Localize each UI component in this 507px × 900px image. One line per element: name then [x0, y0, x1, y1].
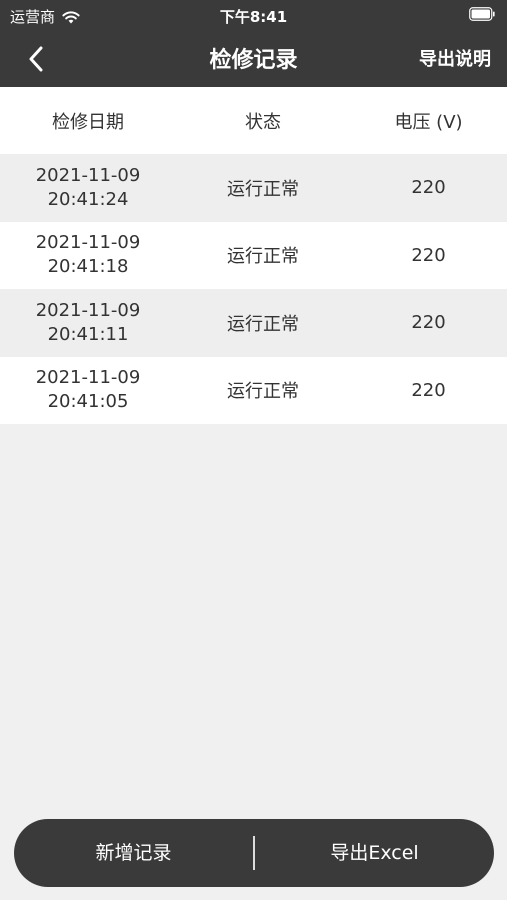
- cell-date: 2021-11-09: [35, 232, 141, 254]
- cell-time: 20:41:05: [47, 391, 129, 413]
- status-bar: 运营商 下午8:41: [0, 0, 507, 30]
- cell-datetime: 2021-11-09 20:41:24: [0, 164, 176, 212]
- table-row[interactable]: 2021-11-09 20:41:24 运行正常 220: [0, 154, 507, 222]
- table-row[interactable]: 2021-11-09 20:41:05 运行正常 220: [0, 356, 507, 424]
- cell-date: 2021-11-09: [35, 299, 141, 321]
- records-table: 检修日期 状态 电压 (V) 2021-11-09 20:41:24 运行正常 …: [0, 87, 507, 424]
- bottom-action-bar: 新增记录 导出Excel: [14, 819, 494, 887]
- cell-date: 2021-11-09: [35, 367, 141, 389]
- cell-datetime: 2021-11-09 20:41:18: [0, 231, 176, 279]
- cell-status: 运行正常: [227, 313, 299, 335]
- clock: 下午8:41: [219, 8, 288, 26]
- cell-voltage: 220: [411, 312, 446, 334]
- cell-status: 运行正常: [227, 381, 299, 403]
- cell-voltage: 220: [411, 379, 446, 401]
- navigation-bar: 检修记录 导出说明: [0, 30, 507, 87]
- add-record-button[interactable]: 新增记录: [14, 819, 253, 887]
- header-status: 状态: [245, 111, 281, 133]
- cell-status: 运行正常: [227, 246, 299, 268]
- table-header: 检修日期 状态 电压 (V): [0, 87, 507, 154]
- table-row[interactable]: 2021-11-09 20:41:11 运行正常 220: [0, 289, 507, 357]
- cell-datetime: 2021-11-09 20:41:05: [0, 366, 176, 414]
- header-voltage: 电压 (V): [394, 111, 463, 133]
- cell-time: 20:41:11: [47, 323, 129, 345]
- battery-icon: [469, 7, 495, 21]
- cell-status: 运行正常: [227, 178, 299, 200]
- cell-time: 20:41:24: [47, 188, 129, 210]
- table-row[interactable]: 2021-11-09 20:41:18 运行正常 220: [0, 221, 507, 289]
- cell-datetime: 2021-11-09 20:41:11: [0, 299, 176, 347]
- header-date: 检修日期: [52, 111, 124, 133]
- cell-date: 2021-11-09: [35, 164, 141, 186]
- cell-time: 20:41:18: [47, 256, 129, 278]
- cell-voltage: 220: [411, 244, 446, 266]
- export-help-button[interactable]: 导出说明: [419, 45, 491, 71]
- export-excel-button[interactable]: 导出Excel: [255, 819, 494, 887]
- cell-voltage: 220: [411, 177, 446, 199]
